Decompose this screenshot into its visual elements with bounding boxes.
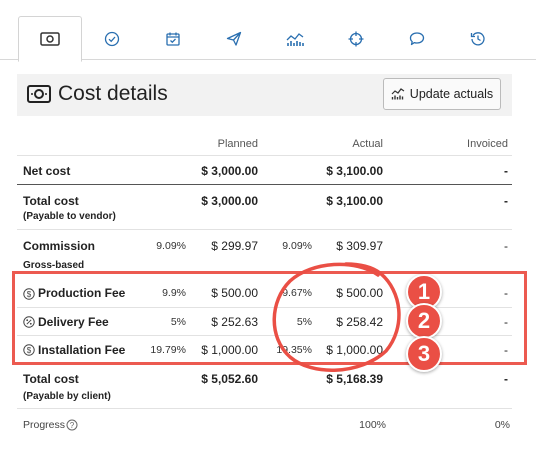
total-cost-vendor-invoiced: -	[504, 194, 508, 208]
column-header-invoiced: Invoiced	[467, 138, 508, 150]
annotation-badge: 3	[406, 336, 442, 372]
divider	[17, 229, 512, 230]
annotation-badge: 2	[406, 303, 442, 339]
column-header-planned: Planned	[217, 138, 258, 150]
progress-actual: 100%	[359, 419, 386, 431]
net-cost-actual: $ 3,100.00	[326, 164, 383, 178]
chart-icon	[286, 32, 304, 46]
total-cost-client-sub: (Payable by client)	[23, 391, 111, 402]
tab-cost-details[interactable]	[18, 16, 82, 62]
total-cost-client-planned: $ 5,052.60	[201, 372, 258, 386]
tab-comments[interactable]	[386, 17, 448, 60]
tab-send[interactable]	[203, 17, 265, 60]
help-icon[interactable]: ?	[66, 419, 78, 431]
total-cost-vendor-sub: (Payable to vendor)	[23, 211, 116, 222]
net-cost-planned: $ 3,000.00	[201, 164, 258, 178]
tab-history[interactable]	[447, 17, 509, 60]
history-icon	[470, 31, 485, 45]
divider	[17, 155, 512, 156]
commission-invoiced: -	[504, 239, 508, 253]
divider	[17, 408, 512, 409]
check-circle-icon	[104, 31, 120, 46]
tab-analytics[interactable]	[264, 17, 326, 60]
tab-targeting[interactable]	[325, 17, 387, 60]
money-icon	[40, 32, 60, 46]
commission-planned-pct: 9.09%	[156, 240, 186, 252]
progress-label: Progress	[23, 419, 66, 431]
net-cost-label: Net cost	[23, 164, 71, 178]
progress-invoiced: 0%	[494, 419, 510, 431]
net-cost-invoiced: -	[504, 164, 508, 178]
tab-schedule[interactable]	[142, 17, 204, 60]
commission-sub: Gross-based	[23, 260, 85, 271]
tab-approval[interactable]	[81, 17, 143, 60]
chart-icon	[391, 88, 405, 100]
annotation-circle	[272, 262, 401, 372]
tab-bar	[0, 0, 536, 62]
paper-plane-icon	[226, 31, 242, 46]
commission-planned: $ 299.97	[211, 239, 258, 253]
total-cost-client-invoiced: -	[504, 372, 508, 386]
speech-bubble-icon	[409, 31, 425, 45]
total-cost-vendor-actual: $ 3,100.00	[326, 194, 383, 208]
page-title: Cost details	[58, 82, 168, 105]
svg-text:?: ?	[70, 421, 75, 430]
total-cost-client-actual: $ 5,168.39	[326, 372, 383, 386]
update-actuals-label: Update actuals	[409, 87, 494, 101]
update-actuals-button[interactable]: Update actuals	[383, 78, 501, 110]
total-cost-vendor-planned: $ 3,000.00	[201, 194, 258, 208]
commission-label: Commission	[23, 239, 96, 253]
total-cost-vendor-label: Total cost	[23, 194, 79, 208]
total-cost-client-label: Total cost	[23, 372, 79, 386]
commission-actual-pct: 9.09%	[282, 240, 312, 252]
section-header: Cost details Update actuals	[17, 74, 512, 116]
divider	[17, 184, 512, 185]
calendar-check-icon	[166, 32, 180, 46]
commission-actual: $ 309.97	[336, 239, 383, 253]
money-icon	[27, 85, 51, 103]
crosshair-icon	[348, 31, 364, 46]
column-header-actual: Actual	[352, 138, 383, 150]
